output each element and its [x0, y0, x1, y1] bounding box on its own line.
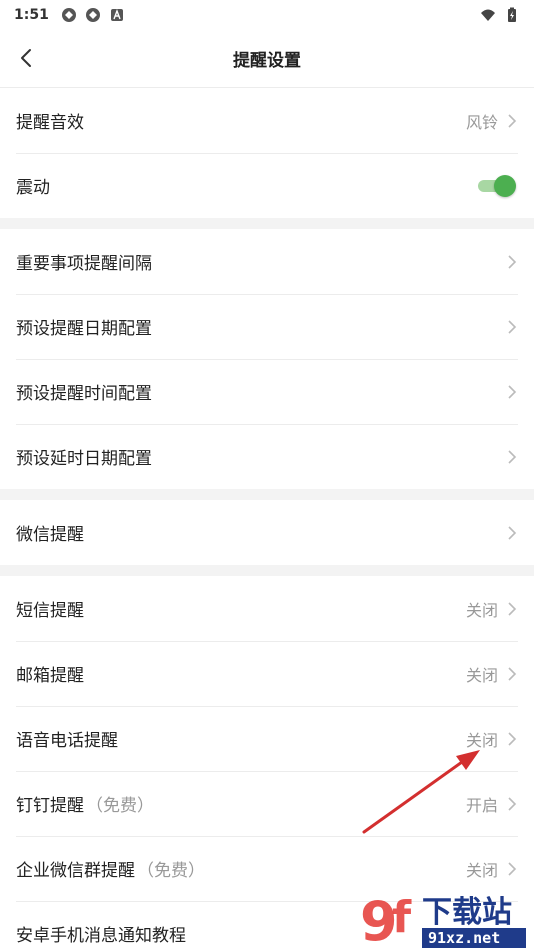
notification-app-icon-2	[85, 8, 100, 22]
setting-label: 语音电话提醒	[16, 731, 118, 751]
setting-value: 关闭	[465, 600, 498, 620]
chevron-right-icon	[508, 254, 517, 269]
setting-row-voice-call[interactable]: 语音电话提醒 关闭	[0, 706, 534, 771]
svg-text:91xz.net: 91xz.net	[428, 929, 500, 947]
preset-config-group: 重要事项提醒间隔 预设提醒日期配置 预设提醒时间配置 预设延时日期配置	[0, 229, 534, 489]
setting-label: 邮箱提醒	[16, 666, 84, 686]
page-title: 提醒设置	[233, 51, 301, 71]
setting-label: 震动	[16, 178, 50, 198]
setting-row-preset-time[interactable]: 预设提醒时间配置	[0, 359, 534, 424]
section-divider	[0, 218, 534, 229]
toggle-knob	[494, 174, 516, 197]
chevron-right-icon	[508, 113, 517, 128]
setting-label: 预设延时日期配置	[16, 449, 152, 469]
back-arrow-icon[interactable]	[14, 45, 40, 71]
chevron-right-icon	[508, 449, 517, 464]
setting-label: 预设提醒日期配置	[16, 319, 152, 339]
chevron-right-icon	[508, 861, 517, 876]
setting-label: 钉钉提醒	[16, 796, 84, 816]
setting-row-sms[interactable]: 短信提醒 关闭	[0, 576, 534, 641]
status-bar: 1:51	[0, 0, 534, 30]
notification-a-icon	[110, 9, 123, 21]
setting-note: （免费）	[86, 796, 154, 816]
setting-row-important-interval[interactable]: 重要事项提醒间隔	[0, 229, 534, 294]
watermark-logo: 9 f 下载站 91xz.net	[360, 890, 526, 950]
setting-label: 短信提醒	[16, 601, 84, 621]
chevron-right-icon	[508, 666, 517, 681]
setting-value: 关闭	[465, 860, 498, 880]
wechat-group: 微信提醒	[0, 500, 534, 565]
battery-icon	[508, 7, 516, 22]
svg-text:f: f	[392, 892, 412, 943]
setting-row-dingtalk[interactable]: 钉钉提醒 （免费） 开启	[0, 771, 534, 836]
chevron-right-icon	[508, 319, 517, 334]
wifi-icon	[481, 9, 495, 21]
setting-value: 风铃	[465, 112, 498, 132]
chevron-right-icon	[508, 731, 517, 746]
section-divider	[0, 489, 534, 500]
status-time: 1:51	[14, 7, 49, 23]
setting-row-preset-date[interactable]: 预设提醒日期配置	[0, 294, 534, 359]
setting-label: 提醒音效	[16, 113, 84, 133]
title-bar: 提醒设置	[0, 30, 534, 88]
svg-text:下载站: 下载站	[422, 895, 512, 930]
setting-note: （免费）	[137, 861, 205, 881]
setting-label: 安卓手机消息通知教程	[16, 926, 186, 946]
setting-value: 开启	[465, 795, 498, 815]
section-divider	[0, 565, 534, 576]
chevron-right-icon	[508, 525, 517, 540]
setting-row-email[interactable]: 邮箱提醒 关闭	[0, 641, 534, 706]
notification-app-icon	[61, 8, 76, 22]
setting-label: 微信提醒	[16, 525, 84, 545]
setting-row-sound[interactable]: 提醒音效 风铃	[0, 88, 534, 153]
setting-label: 企业微信群提醒	[16, 861, 135, 881]
setting-value: 关闭	[465, 730, 498, 750]
setting-label: 重要事项提醒间隔	[16, 254, 152, 274]
setting-row-vibration: 震动	[0, 153, 534, 218]
sound-vibration-group: 提醒音效 风铃 震动	[0, 88, 534, 218]
chevron-right-icon	[508, 601, 517, 616]
chevron-right-icon	[508, 796, 517, 811]
setting-row-wechat[interactable]: 微信提醒	[0, 500, 534, 565]
setting-label: 预设提醒时间配置	[16, 384, 152, 404]
setting-row-preset-delay[interactable]: 预设延时日期配置	[0, 424, 534, 489]
chevron-right-icon	[508, 384, 517, 399]
vibration-toggle[interactable]	[478, 174, 516, 197]
setting-value: 关闭	[465, 665, 498, 685]
